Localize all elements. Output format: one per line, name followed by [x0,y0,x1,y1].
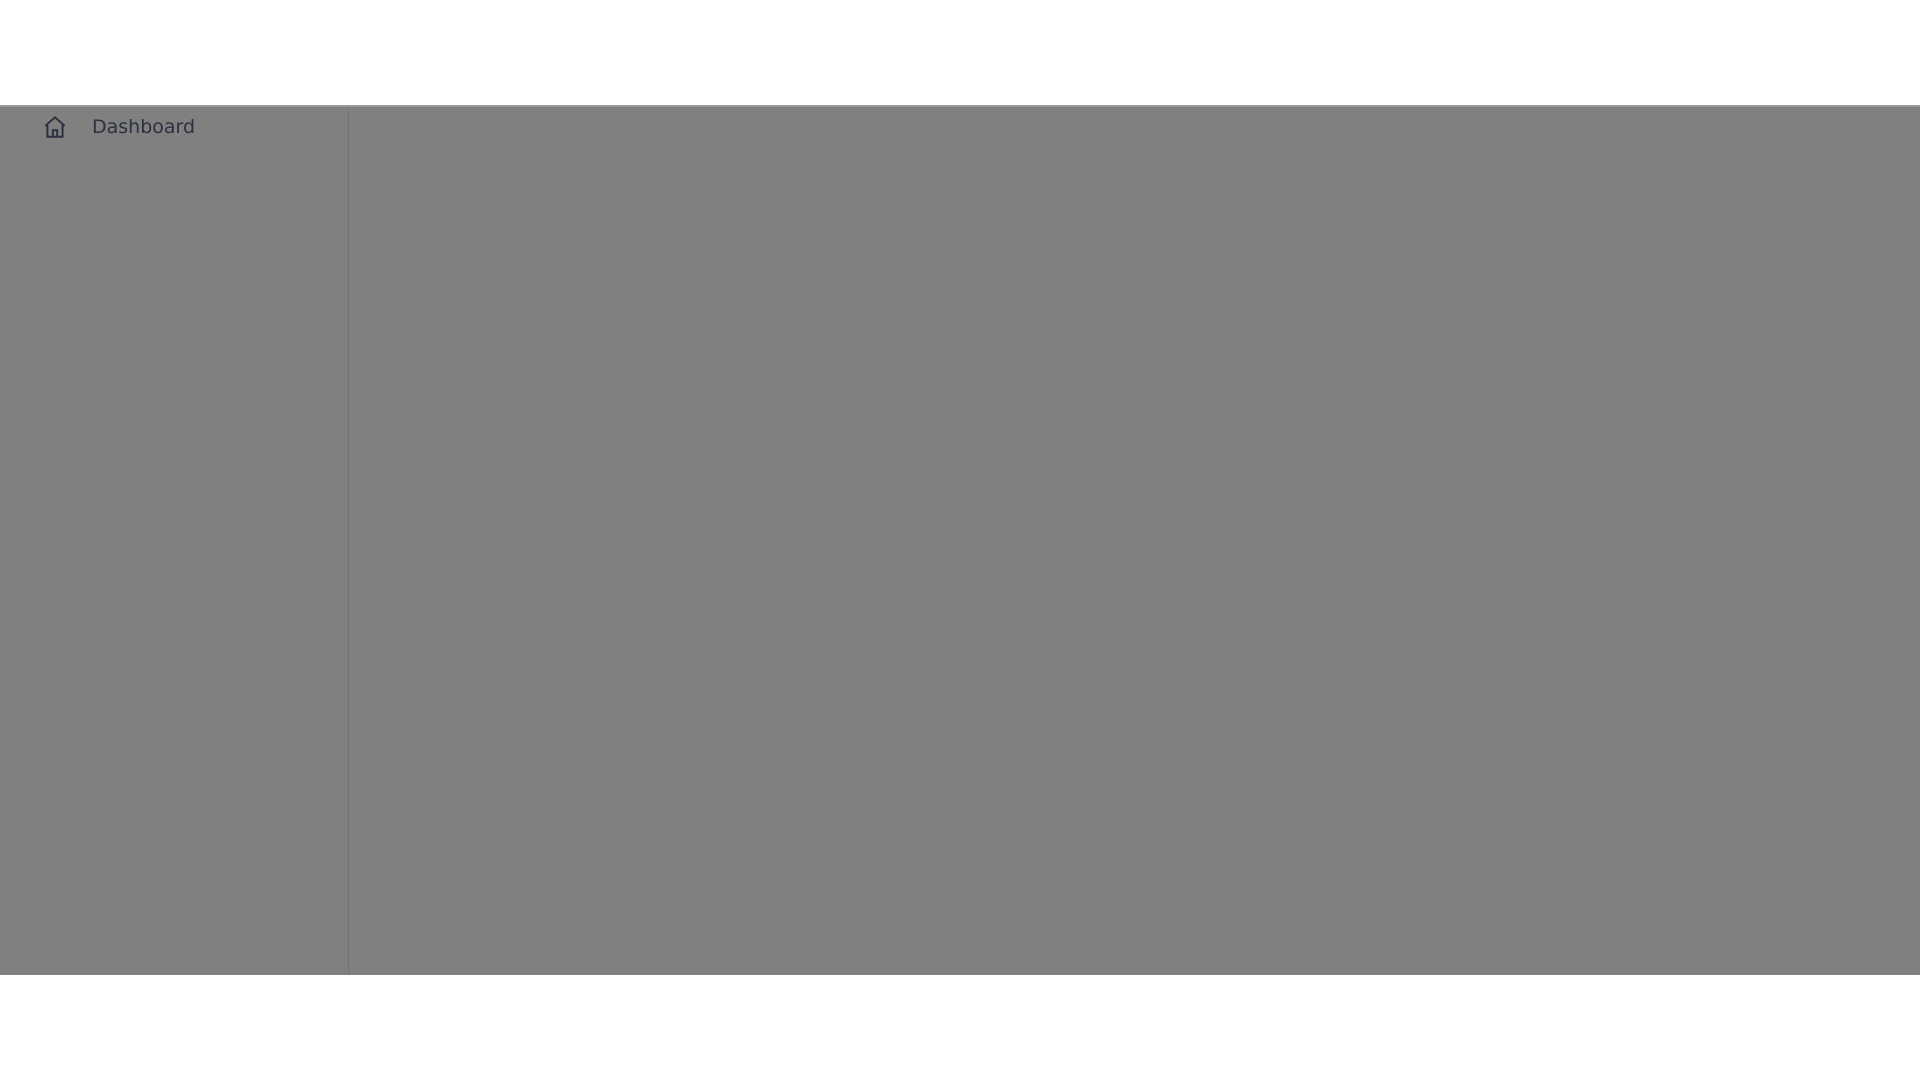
app-window: Dashboard [0,105,1920,975]
sidebar: Dashboard [0,107,349,975]
home-icon [40,112,70,142]
sidebar-item-label: Dashboard [92,116,196,138]
sidebar-item-dashboard[interactable]: Dashboard [40,107,195,147]
